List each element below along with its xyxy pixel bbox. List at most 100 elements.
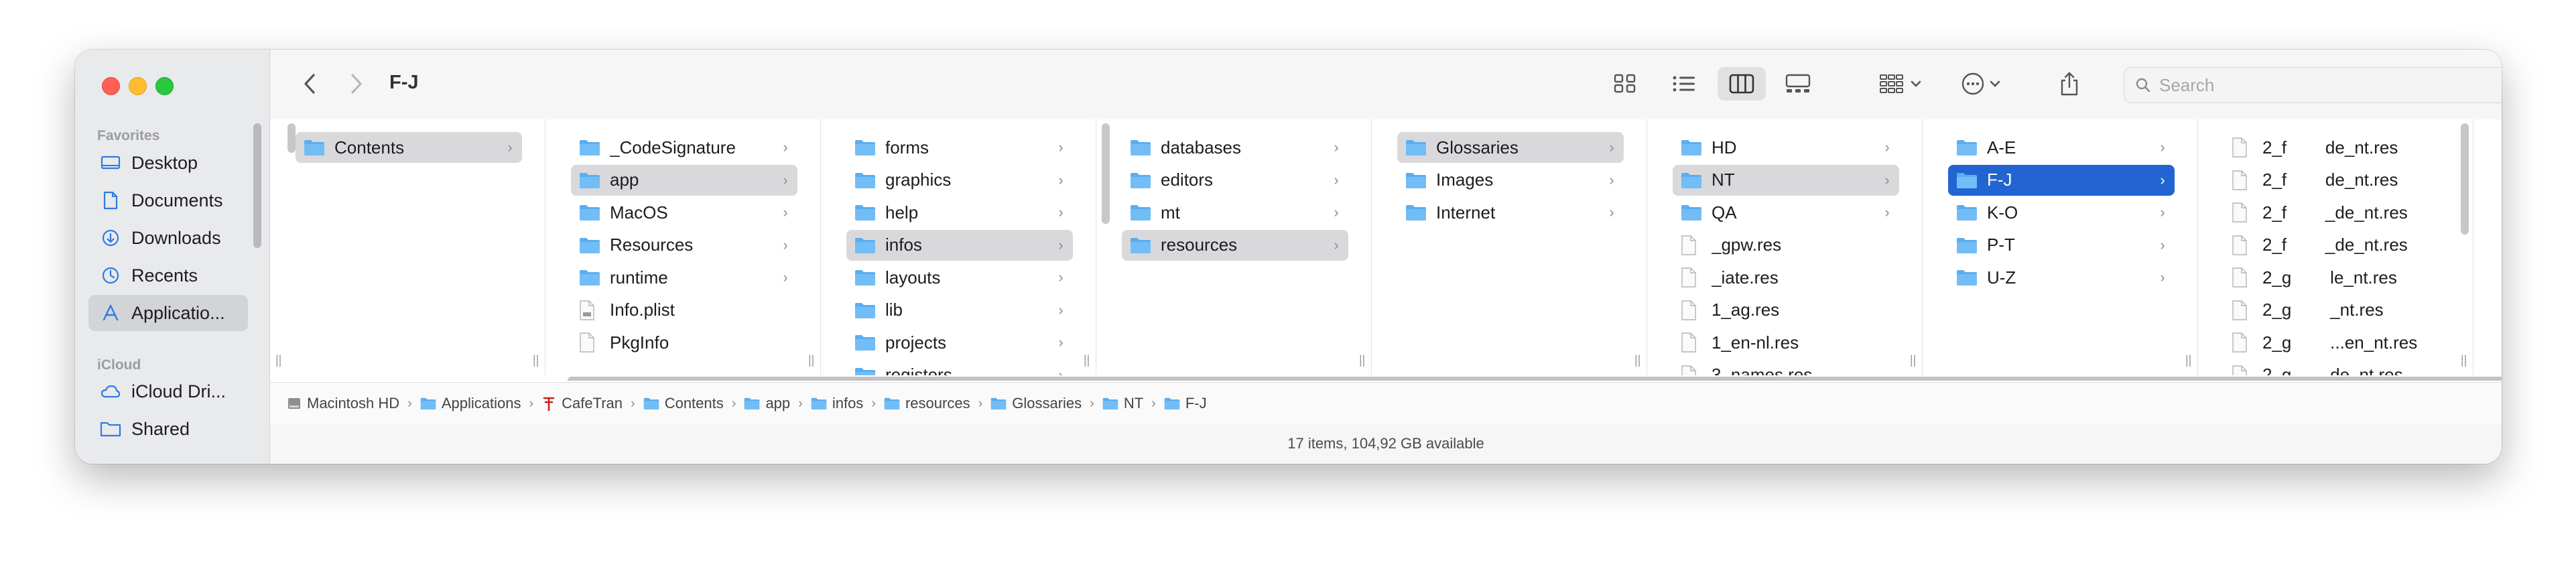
folder-item[interactable]: QA › [1673, 197, 1899, 228]
item-name: PkgInfo [610, 332, 669, 353]
close-window-button[interactable] [102, 77, 120, 95]
folder-item[interactable]: Internet › [1397, 197, 1624, 228]
column-resize-handle[interactable]: || [533, 353, 539, 367]
folder-item[interactable]: app › [571, 164, 797, 196]
folder-item[interactable]: databases › [1122, 132, 1348, 163]
breadcrumb-item[interactable]: Glossaries › [990, 395, 1102, 412]
sidebar-item-icloud-dri[interactable]: iCloud Dri... [88, 373, 248, 410]
column-scrollbar[interactable] [1102, 123, 1110, 224]
sidebar-scrollbar[interactable] [253, 123, 261, 248]
gallery-view-button[interactable] [1777, 67, 1819, 101]
folder-item[interactable]: graphics › [846, 165, 1073, 196]
sidebar-item-downloads[interactable]: Downloads [88, 220, 248, 256]
folder-item[interactable]: P-T › [1948, 230, 2175, 261]
column-resize-handle[interactable]: || [2461, 353, 2467, 367]
sidebar-item-desktop[interactable]: Desktop [88, 145, 248, 181]
folder-item[interactable]: K-O › [1948, 197, 2175, 228]
search-input[interactable] [2158, 74, 2502, 97]
column-resize-handle[interactable]: || [1910, 353, 1916, 367]
folder-item[interactable]: HD › [1673, 132, 1899, 163]
folder-item[interactable]: Glossaries › [1397, 132, 1624, 163]
share-button[interactable] [2049, 67, 2089, 101]
breadcrumb-item[interactable]: app › [744, 395, 810, 412]
folder-item[interactable]: forms › [846, 132, 1073, 163]
icon-view-button[interactable] [1604, 67, 1647, 101]
folder-item[interactable]: editors › [1122, 165, 1348, 196]
forward-button[interactable] [340, 67, 373, 101]
column-5[interactable]: Glossaries › Images › Internet › || [1372, 119, 1647, 375]
file-item[interactable]: _gpw.res [1673, 230, 1899, 261]
breadcrumb-item[interactable]: NT › [1102, 395, 1164, 412]
file-item[interactable]: 2_f de_nt.res [2224, 132, 2450, 163]
folder-item[interactable]: _CodeSignature › [571, 132, 797, 163]
folder-item[interactable]: runtime › [571, 262, 797, 293]
list-view-button[interactable] [1663, 67, 1705, 101]
column-resize-handle[interactable]: || [1084, 353, 1090, 367]
breadcrumb-item[interactable]: Contents › [643, 395, 745, 412]
folder-item[interactable]: projects › [846, 327, 1073, 358]
sidebar-item-documents[interactable]: Documents [88, 182, 248, 218]
column-resize-handle[interactable]: || [1359, 353, 1365, 367]
column-view-button[interactable] [1718, 67, 1766, 101]
folder-item[interactable]: MacOS › [571, 197, 797, 228]
breadcrumb-item[interactable]: F-J [1164, 395, 1207, 412]
search-field[interactable] [2124, 67, 2502, 103]
sidebar-item-applicatio[interactable]: Applicatio... [88, 295, 248, 331]
sidebar-item-shared[interactable]: Shared [88, 411, 248, 447]
column-6[interactable]: HD › NT › QA › _gpw.res _iate.res 1_ag.res 1_en-n… [1647, 119, 1923, 375]
file-item[interactable]: 2_f _de_nt.res [2224, 197, 2450, 228]
folder-item[interactable]: Contents › [296, 132, 522, 163]
file-item[interactable]: 2_g _nt.res [2224, 295, 2450, 326]
column-7[interactable]: A-E › F-J › K-O › P-T › U-Z › || [1923, 119, 2198, 375]
folder-item[interactable]: registers › [846, 360, 1073, 375]
folder-item[interactable]: resources › [1122, 229, 1348, 261]
column-4[interactable]: databases › editors › mt › resources › || [1096, 119, 1372, 375]
folder-item[interactable]: lib › [846, 295, 1073, 326]
group-button[interactable] [1870, 67, 1931, 101]
file-item[interactable]: 2_g le_nt.res [2224, 262, 2450, 293]
folder-item[interactable]: F-J › [1948, 164, 2175, 196]
column-scrollbar[interactable] [2461, 123, 2469, 235]
folder-item[interactable]: U-Z › [1948, 262, 2175, 293]
chevron-right-icon: › [1334, 204, 1339, 221]
breadcrumb-item[interactable]: Applications › [420, 395, 541, 412]
downloads-icon [99, 228, 122, 248]
folder-item[interactable]: help › [846, 197, 1073, 228]
folder-item[interactable]: infos › [846, 229, 1073, 261]
folder-item[interactable]: A-E › [1948, 132, 2175, 163]
file-item[interactable]: 1_en-nl.res [1673, 327, 1899, 358]
back-button[interactable] [293, 67, 326, 101]
file-item[interactable]: 1_ag.res [1673, 295, 1899, 326]
file-item[interactable]: 2_g de_nt.res [2224, 360, 2450, 375]
column-2[interactable]: _CodeSignature › app › MacOS › Resources › runti… [545, 119, 821, 375]
column-resize-handle[interactable]: || [1634, 353, 1640, 367]
file-item[interactable]: _iate.res [1673, 262, 1899, 293]
column-3[interactable]: forms › graphics › help › infos › layouts › lib › pr… [821, 119, 1096, 375]
column-resize-handle[interactable]: || [808, 353, 814, 367]
action-button[interactable] [1951, 67, 2011, 101]
breadcrumb-item[interactable]: infos › [811, 395, 884, 412]
file-item[interactable]: Info.plist [571, 295, 797, 326]
column-resize-handle[interactable]: || [2185, 353, 2191, 367]
file-item[interactable]: 2_f _de_nt.res [2224, 230, 2450, 261]
file-item[interactable]: 2_g ...en_nt.res [2224, 327, 2450, 358]
minimize-window-button[interactable] [129, 77, 147, 95]
column-8[interactable]: 2_f de_nt.res 2_f de_nt.res 2_f _de_nt.res… [2198, 119, 2473, 375]
folder-item[interactable]: Images › [1397, 165, 1624, 196]
folder-item[interactable]: layouts › [846, 262, 1073, 293]
file-item[interactable]: 3_names.res [1673, 360, 1899, 375]
file-item[interactable]: 2_f de_nt.res [2224, 165, 2450, 196]
folder-item[interactable]: NT › [1673, 164, 1899, 196]
column-resize-handle[interactable]: || [275, 353, 281, 367]
folder-item[interactable]: mt › [1122, 197, 1348, 228]
column-1[interactable]: Contents › || || [270, 119, 545, 375]
folder-item[interactable]: Resources › [571, 230, 797, 261]
breadcrumb-item[interactable]: Macintosh HD › [287, 395, 420, 412]
horizontal-scrollbar[interactable] [568, 377, 2502, 381]
zoom-window-button[interactable] [155, 77, 174, 95]
breadcrumb-item[interactable]: resources › [884, 395, 990, 412]
file-item[interactable]: PkgInfo [571, 327, 797, 358]
column-scrollbar[interactable] [287, 123, 296, 153]
breadcrumb-item[interactable]: CafeTran › [541, 395, 643, 412]
sidebar-item-recents[interactable]: Recents [88, 257, 248, 294]
